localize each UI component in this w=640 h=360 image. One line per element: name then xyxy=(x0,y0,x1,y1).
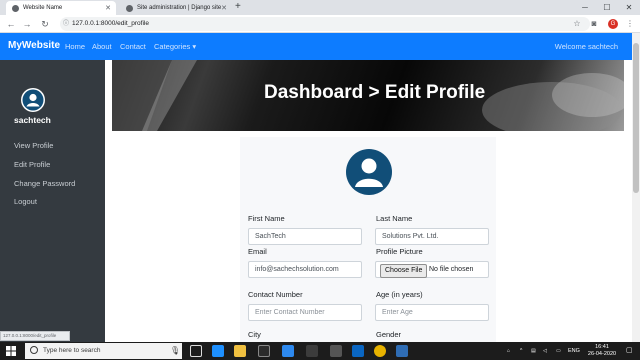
extension-icon[interactable]: G xyxy=(608,19,618,29)
close-window-icon[interactable]: ✕ xyxy=(618,0,640,15)
age-input[interactable]: Enter Age xyxy=(375,304,489,321)
close-tab-icon[interactable]: ✕ xyxy=(105,4,111,12)
browser-menu-icon[interactable]: ⋮ xyxy=(624,18,636,30)
edge-icon[interactable] xyxy=(212,345,224,357)
browser-status-url: 127.0.0.1:8000/edit_profile xyxy=(0,331,70,341)
sidebar-item-logout[interactable]: Logout xyxy=(14,197,37,206)
site-navbar: MyWebsite Home About Contact Categories … xyxy=(0,33,632,60)
vscode-icon[interactable] xyxy=(352,345,364,357)
scrollbar-thumb[interactable] xyxy=(633,43,639,193)
tab-django-admin[interactable]: Site administration | Django site ✕ xyxy=(120,1,232,15)
first-name-label: First Name xyxy=(248,214,285,223)
tab-website-name[interactable]: Website Name ✕ xyxy=(6,1,116,15)
store-icon[interactable] xyxy=(258,345,270,357)
address-bar[interactable]: ⓘ 127.0.0.1:8000/edit_profile xyxy=(60,17,590,31)
profile-picture-label: Profile Picture xyxy=(376,247,423,256)
sidebar: sachtech View Profile Edit Profile Chang… xyxy=(0,60,105,342)
network-icon[interactable]: ▤ xyxy=(531,342,536,360)
chrome-icon[interactable] xyxy=(374,345,386,357)
choose-file-button[interactable]: Choose File xyxy=(380,264,428,278)
word-icon[interactable] xyxy=(396,345,408,357)
browser-tab-strip: Website Name ✕ Site administration | Dja… xyxy=(0,0,640,15)
profile-avatar-icon xyxy=(346,149,392,195)
address-url: 127.0.0.1:8000/edit_profile xyxy=(72,20,149,27)
camera-icon[interactable]: ◙ xyxy=(588,18,600,30)
globe-icon xyxy=(12,4,19,12)
file-explorer-icon[interactable] xyxy=(234,345,246,357)
clock-time: 16:41 xyxy=(595,344,609,350)
reload-icon[interactable]: ↻ xyxy=(38,17,52,31)
tray-chevron-icon[interactable]: ^ xyxy=(520,342,522,360)
user-avatar-icon xyxy=(21,88,45,112)
page-title: Dashboard > Edit Profile xyxy=(264,82,486,103)
task-view-icon[interactable] xyxy=(190,345,202,357)
edit-profile-card: First Name SachTech Last Name Solutions … xyxy=(240,137,496,342)
tab-title: Site administration | Django site xyxy=(137,5,222,11)
gender-label: Gender xyxy=(376,330,402,339)
search-icon xyxy=(30,346,38,354)
city-label: City xyxy=(248,330,261,339)
nav-home[interactable]: Home xyxy=(65,42,85,51)
mail-icon[interactable] xyxy=(282,345,294,357)
language-indicator[interactable]: ENG xyxy=(568,342,580,360)
close-tab-icon[interactable]: ✕ xyxy=(221,4,227,12)
nav-about[interactable]: About xyxy=(92,42,112,51)
people-icon[interactable]: ⌂ xyxy=(507,342,510,360)
welcome-text: Welcome sachtech xyxy=(554,42,618,51)
globe-icon xyxy=(126,4,133,12)
contact-number-input[interactable]: Enter Contact Number xyxy=(248,304,362,321)
sidebar-item-edit-profile[interactable]: Edit Profile xyxy=(14,160,50,169)
microphone-icon[interactable]: 🎙 xyxy=(170,346,180,355)
sidebar-item-change-password[interactable]: Change Password xyxy=(14,179,75,188)
last-name-label: Last Name xyxy=(376,214,413,223)
contact-number-label: Contact Number xyxy=(248,290,303,299)
terminal-icon[interactable] xyxy=(306,345,318,357)
notifications-icon[interactable]: ▢ xyxy=(626,342,633,360)
windows-start-icon[interactable] xyxy=(6,346,16,356)
taskbar-search-input[interactable]: Type here to search xyxy=(25,343,182,359)
maximize-icon[interactable]: ☐ xyxy=(596,0,618,15)
nav-contact[interactable]: Contact xyxy=(120,42,146,51)
age-label: Age (in years) xyxy=(376,290,423,299)
browser-toolbar: ← → ↻ ⓘ 127.0.0.1:8000/edit_profile ☆ ◙ … xyxy=(0,15,640,33)
sidebar-item-view-profile[interactable]: View Profile xyxy=(14,141,53,150)
page-banner: Dashboard > Edit Profile xyxy=(112,60,624,131)
bookmark-star-icon[interactable]: ☆ xyxy=(571,18,583,30)
clock-date: 26-04-2020 xyxy=(587,351,617,357)
back-icon[interactable]: ← xyxy=(4,17,18,31)
forward-icon[interactable]: → xyxy=(20,17,34,31)
page-scrollbar[interactable] xyxy=(632,33,640,342)
sidebar-username: sachtech xyxy=(14,115,51,125)
info-icon: ⓘ xyxy=(63,21,70,27)
settings-app-icon[interactable] xyxy=(330,345,342,357)
new-tab-button[interactable]: + xyxy=(235,1,241,12)
nav-categories-dropdown[interactable]: Categories ▾ xyxy=(154,42,196,51)
site-brand[interactable]: MyWebsite xyxy=(8,40,60,51)
file-status-text: No file chosen xyxy=(429,266,474,273)
windows-taskbar: Type here to search 🎙 ⌂ ^ ▤ ◁ ▭ ENG 16:4… xyxy=(0,342,640,360)
battery-icon[interactable]: ▭ xyxy=(556,342,561,360)
tab-title: Website Name xyxy=(23,5,63,11)
taskbar-clock[interactable]: 16:41 26-04-2020 xyxy=(582,344,622,358)
email-input[interactable]: info@sachechsolution.com xyxy=(248,261,362,278)
email-label: Email xyxy=(248,247,267,256)
first-name-input[interactable]: SachTech xyxy=(248,228,362,245)
volume-icon[interactable]: ◁ xyxy=(543,342,547,360)
last-name-input[interactable]: Solutions Pvt. Ltd. xyxy=(375,228,489,245)
minimize-icon[interactable]: ─ xyxy=(574,0,596,15)
